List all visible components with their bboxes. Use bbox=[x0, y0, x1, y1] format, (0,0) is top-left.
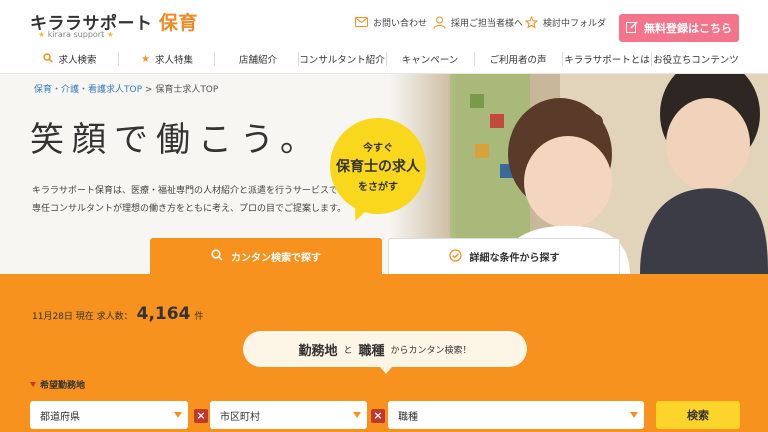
nav-divider bbox=[562, 52, 563, 66]
prefecture-select[interactable]: 都道府県 bbox=[30, 401, 188, 429]
mail-icon bbox=[354, 15, 368, 29]
hero-section: 保育・介護・看護求人TOP > 保育士求人TOP 笑顔で働こう。 キララサポート… bbox=[0, 74, 768, 274]
main-nav: 求人検索 ★ 求人特集 店舗紹介 コンサルタント紹介 キャンペーン ご利用者の声… bbox=[0, 44, 768, 74]
breadcrumb-link[interactable]: 保育・介護・看護求人TOP bbox=[34, 85, 142, 95]
hero-desc-line: 専任コンサルタントが理想の働き方をともに考え、プロの目でご提案します。 bbox=[32, 204, 347, 214]
count-unit: 件 bbox=[194, 312, 204, 322]
breadcrumb-separator: > bbox=[144, 85, 153, 95]
logo-sub-text: kirara support bbox=[47, 30, 105, 39]
person-icon bbox=[432, 15, 446, 29]
chevron-down-icon bbox=[630, 412, 638, 418]
nav-item-campaign[interactable]: キャンペーン bbox=[388, 44, 472, 74]
job-type-select[interactable]: 職種 bbox=[388, 401, 644, 429]
nav-item-consultants[interactable]: コンサルタント紹介 bbox=[299, 44, 385, 74]
tab-easy-search[interactable]: カンタン検索で探す bbox=[150, 238, 382, 274]
area-label-text: 希望勤務地 bbox=[40, 381, 86, 391]
nav-item-voices[interactable]: ご利用者の声 bbox=[476, 44, 560, 74]
contact-link[interactable]: お問い合わせ bbox=[354, 14, 427, 30]
pill-and: と bbox=[343, 345, 353, 356]
search-guide-pill: 勤務地 と 職種 からカンタン検索！ bbox=[243, 331, 527, 367]
register-button[interactable]: 無料登録はこちら bbox=[619, 14, 739, 42]
triangle-icon bbox=[30, 382, 36, 387]
breadcrumb-current: 保育士求人TOP bbox=[155, 85, 219, 95]
bubble-line-1: 今すぐ bbox=[363, 143, 393, 154]
pill-location: 勤務地 bbox=[298, 343, 338, 359]
nav-item-contents[interactable]: お役立ちコンテンツ bbox=[652, 44, 740, 74]
hero-title: 笑顔で働こう。 bbox=[30, 120, 322, 160]
close-icon: × bbox=[194, 409, 208, 423]
pill-rest: からカンタン検索！ bbox=[390, 345, 472, 356]
bubble-line-2: 保育士の求人 bbox=[336, 159, 420, 175]
star-outline-icon bbox=[524, 15, 538, 29]
area-label: 希望勤務地 bbox=[30, 378, 85, 391]
tab-easy-label: カンタン検索で探す bbox=[231, 252, 321, 264]
nav-label: キャンペーン bbox=[401, 55, 459, 66]
logo-star-icon: ★ bbox=[38, 30, 46, 39]
nav-item-about[interactable]: キララサポートとは bbox=[564, 44, 650, 74]
nav-item-job-search[interactable]: 求人検索 bbox=[30, 44, 110, 74]
nav-label: ご利用者の声 bbox=[489, 55, 547, 66]
nav-item-stores[interactable]: 店舗紹介 bbox=[218, 44, 298, 74]
nav-divider bbox=[474, 52, 475, 66]
site-header: キララサポート 保育 ★ kirara support ★ お問い合わせ 採用ご… bbox=[0, 0, 768, 44]
find-jobs-bubble[interactable]: 今すぐ 保育士の求人 をさがす bbox=[330, 118, 426, 214]
nav-label: 求人特集 bbox=[154, 55, 193, 66]
close-icon: × bbox=[371, 409, 385, 423]
logo-accent-text: 保育 bbox=[158, 12, 198, 34]
check-circle-icon bbox=[448, 248, 462, 265]
register-label: 無料登録はこちら bbox=[644, 22, 732, 35]
nav-label: お役立ちコンテンツ bbox=[653, 55, 739, 66]
search-icon bbox=[43, 52, 54, 66]
recruiter-label: 採用ご担当者様へ bbox=[451, 18, 524, 29]
hero-description: キララサポート保育は、医療・福祉専門の人材紹介と派遣を行うサービスです。 専任コ… bbox=[32, 182, 355, 218]
city-select[interactable]: 市区町村 bbox=[210, 401, 367, 429]
hero-desc-line: キララサポート保育は、医療・福祉専門の人材紹介と派遣を行うサービスです。 bbox=[32, 186, 356, 196]
nav-label: 店舗紹介 bbox=[238, 55, 277, 66]
contact-label: お問い合わせ bbox=[373, 18, 428, 29]
pill-job: 職種 bbox=[358, 343, 385, 359]
city-value: 市区町村 bbox=[220, 411, 260, 423]
site-logo[interactable]: キララサポート 保育 ★ kirara support ★ bbox=[30, 8, 197, 40]
logo-star-icon: ★ bbox=[106, 30, 114, 39]
tab-detail-label: 詳細な条件から探す bbox=[469, 253, 560, 264]
pill-tail bbox=[380, 367, 392, 374]
recruiter-link[interactable]: 採用ご担当者様へ bbox=[432, 14, 523, 30]
prefecture-value: 都道府県 bbox=[40, 411, 80, 423]
job-count: 11月28日 現在 求人数： 4,164 件 bbox=[32, 304, 203, 324]
nav-label: コンサルタント紹介 bbox=[299, 55, 385, 66]
count-date: 11月28日 現在 求人数： bbox=[32, 312, 133, 322]
job-type-value: 職種 bbox=[398, 411, 418, 423]
count-number: 4,164 bbox=[136, 304, 191, 324]
chevron-down-icon bbox=[174, 412, 182, 418]
nav-item-feature[interactable]: ★ 求人特集 bbox=[126, 44, 208, 74]
nav-label: キララサポートとは bbox=[564, 55, 650, 66]
star-icon: ★ bbox=[141, 53, 150, 65]
folder-link[interactable]: 検討中フォルダ bbox=[524, 14, 606, 30]
nav-label: 求人検索 bbox=[58, 55, 97, 66]
chevron-down-icon bbox=[353, 412, 361, 418]
folder-label: 検討中フォルダ bbox=[543, 18, 607, 29]
tab-detail-search[interactable]: 詳細な条件から探す bbox=[388, 238, 620, 274]
nav-divider bbox=[118, 52, 119, 66]
edit-icon bbox=[626, 20, 638, 36]
search-panel: 11月28日 現在 求人数： 4,164 件 勤務地 と 職種 からカンタン検索… bbox=[0, 274, 768, 432]
nav-divider bbox=[386, 52, 387, 66]
search-button[interactable]: 検索 bbox=[656, 401, 740, 429]
breadcrumb: 保育・介護・看護求人TOP > 保育士求人TOP bbox=[34, 82, 218, 95]
bubble-line-3: をさがす bbox=[358, 182, 398, 193]
nav-divider bbox=[214, 52, 215, 66]
search-icon bbox=[211, 248, 223, 264]
